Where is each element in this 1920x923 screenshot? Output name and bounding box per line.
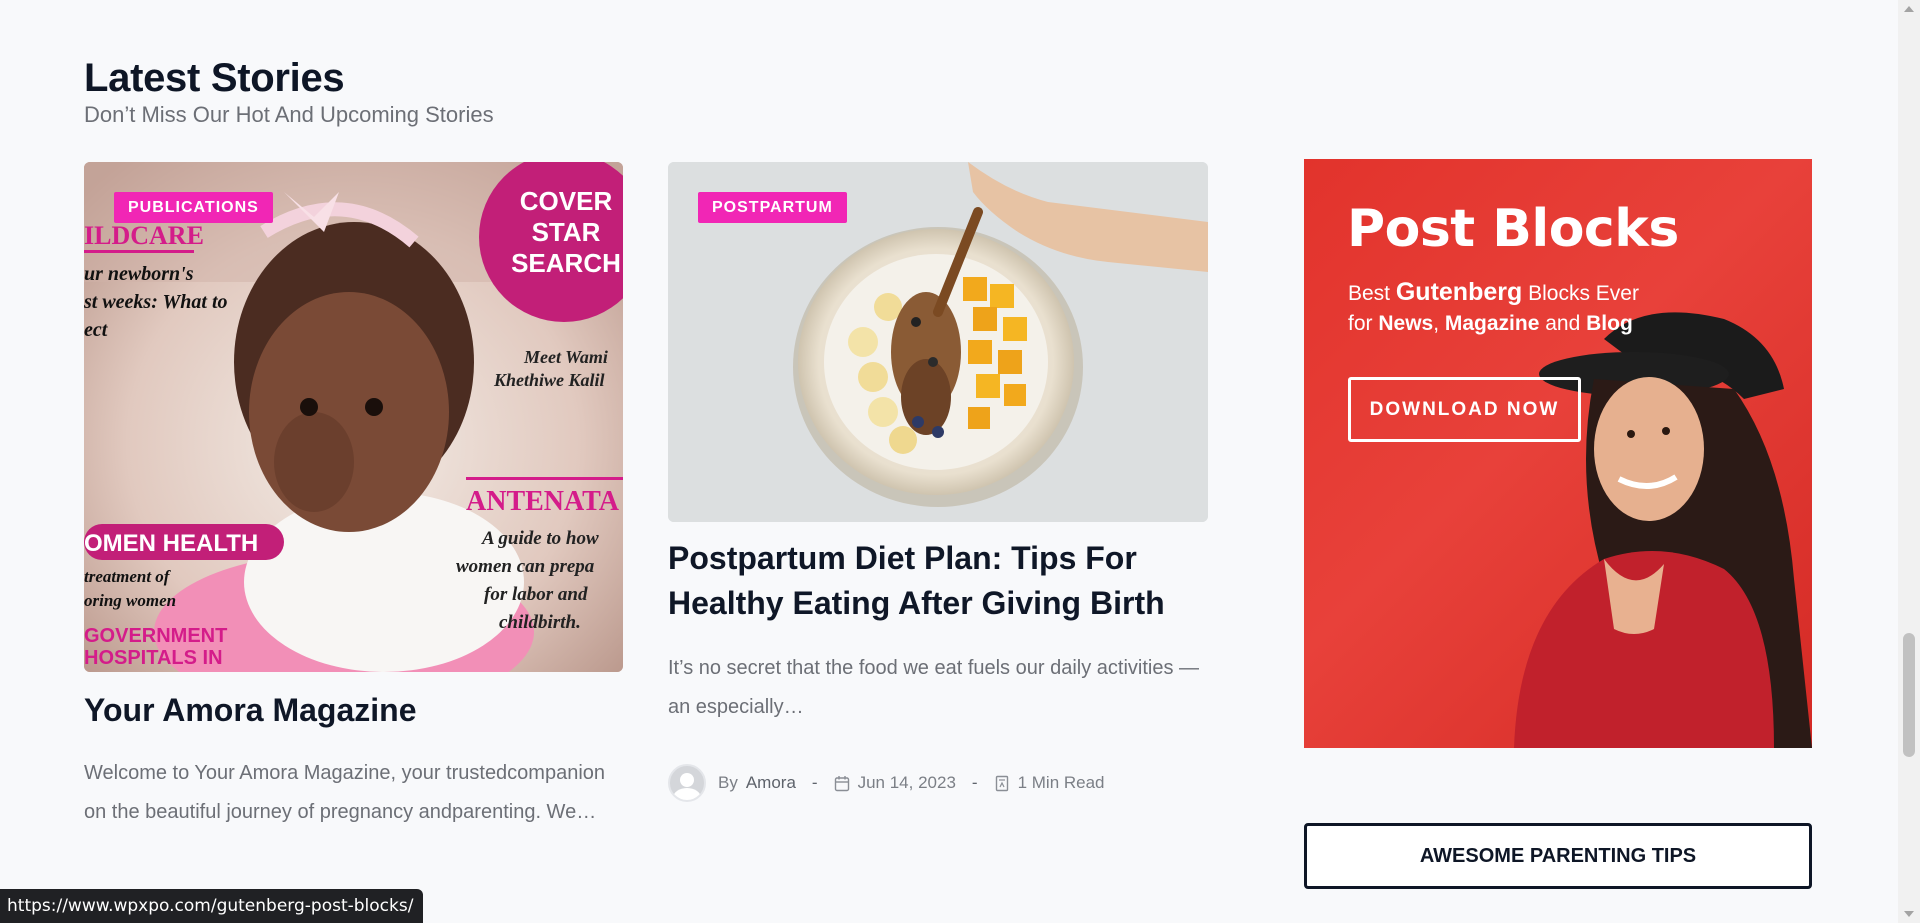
post-image-magazine[interactable]: COVER STAR SEARCH ILDCARE ur newborn's s…: [84, 162, 623, 672]
section-header: Latest Stories Don’t Miss Our Hot And Up…: [84, 54, 494, 130]
download-now-button[interactable]: DOWNLOAD NOW: [1348, 377, 1581, 442]
antenatal-line4: childbirth.: [499, 612, 581, 633]
cover-star-line3: SEARCH: [511, 248, 621, 278]
newborn-line2: st weeks: What to: [84, 291, 228, 313]
scroll-down-arrow-icon[interactable]: [1904, 911, 1914, 917]
category-badge-postpartum[interactable]: Postpartum: [698, 192, 847, 223]
meta-separator-2: -: [971, 773, 978, 792]
treatment-line2: oring women: [84, 591, 176, 610]
childcare-text: ILDCARE: [84, 221, 204, 250]
ad-tagline-2: for News, Magazine and Blog: [1348, 312, 1633, 335]
meta-read-time: 1 Min Read: [1017, 773, 1105, 792]
ad-title: Post Blocks: [1347, 199, 1679, 259]
post-excerpt-magazine: Welcome to Your Amora Magazine, your tru…: [84, 762, 606, 823]
post-image-postpartum[interactable]: Postpartum: [668, 162, 1208, 522]
section-subtitle: Don’t Miss Our Hot And Upcoming Stories: [84, 102, 494, 127]
scrollbar-thumb[interactable]: [1903, 633, 1915, 757]
ad-tagline-1: Best Gutenberg Blocks Ever: [1348, 278, 1639, 306]
scroll-up-arrow-icon[interactable]: [1904, 6, 1914, 12]
meet-line2: Khethiwe Kalil: [493, 370, 605, 390]
post-blocks-ad-banner[interactable]: Post Blocks Best Gutenberg Blocks Ever f…: [1304, 159, 1812, 748]
meta-author-link[interactable]: Amora: [746, 773, 796, 793]
vertical-scrollbar[interactable]: [1898, 0, 1920, 923]
meet-line1: Meet Wami: [523, 347, 608, 367]
book-icon: [995, 775, 1008, 791]
meta-by-label: By: [718, 773, 738, 792]
status-bar-url: https://www.wpxpo.com/gutenberg-post-blo…: [0, 889, 424, 923]
meta-date: Jun 14, 2023: [857, 773, 956, 792]
category-badge-publications[interactable]: Publications: [114, 192, 273, 223]
women-health-text: OMEN HEALTH: [84, 530, 258, 557]
page: Latest Stories Don’t Miss Our Hot And Up…: [0, 0, 1898, 923]
meta-separator: -: [811, 773, 818, 792]
post-title-postpartum[interactable]: Postpartum Diet Plan: Tips For Healthy E…: [668, 536, 1188, 626]
cover-star-line1: COVER: [520, 186, 613, 216]
newborn-line3: ect: [84, 319, 109, 341]
treatment-line1: treatment of: [84, 567, 172, 586]
antenatal-line3: for labor and: [484, 584, 588, 605]
antenatal-line1: A guide to how: [481, 528, 599, 549]
post-title-magazine[interactable]: Your Amora Magazine: [84, 686, 417, 734]
post-excerpt-postpartum: It’s no secret that the food we eat fuel…: [668, 657, 1200, 718]
newborn-line1: ur newborn's: [84, 263, 194, 285]
cover-star-line2: STAR: [532, 217, 601, 247]
government-line1: GOVERNMENT: [84, 625, 227, 647]
government-line2: HOSPITALS IN: [84, 647, 223, 669]
antenatal-line2: women can prepa: [456, 556, 595, 577]
magazine-cover-illustration: COVER STAR SEARCH ILDCARE ur newborn's s…: [84, 162, 623, 672]
awesome-parenting-tips-button[interactable]: AWESOME PARENTING TIPS: [1304, 823, 1812, 889]
post-meta: By Amora - Jun 14, 2023 - 1 Min Read: [668, 764, 1105, 802]
calendar-icon: [834, 775, 849, 791]
section-title: Latest Stories: [84, 56, 345, 100]
antenatal-text: ANTENATA: [466, 486, 620, 517]
user-avatar-icon[interactable]: [668, 764, 706, 802]
